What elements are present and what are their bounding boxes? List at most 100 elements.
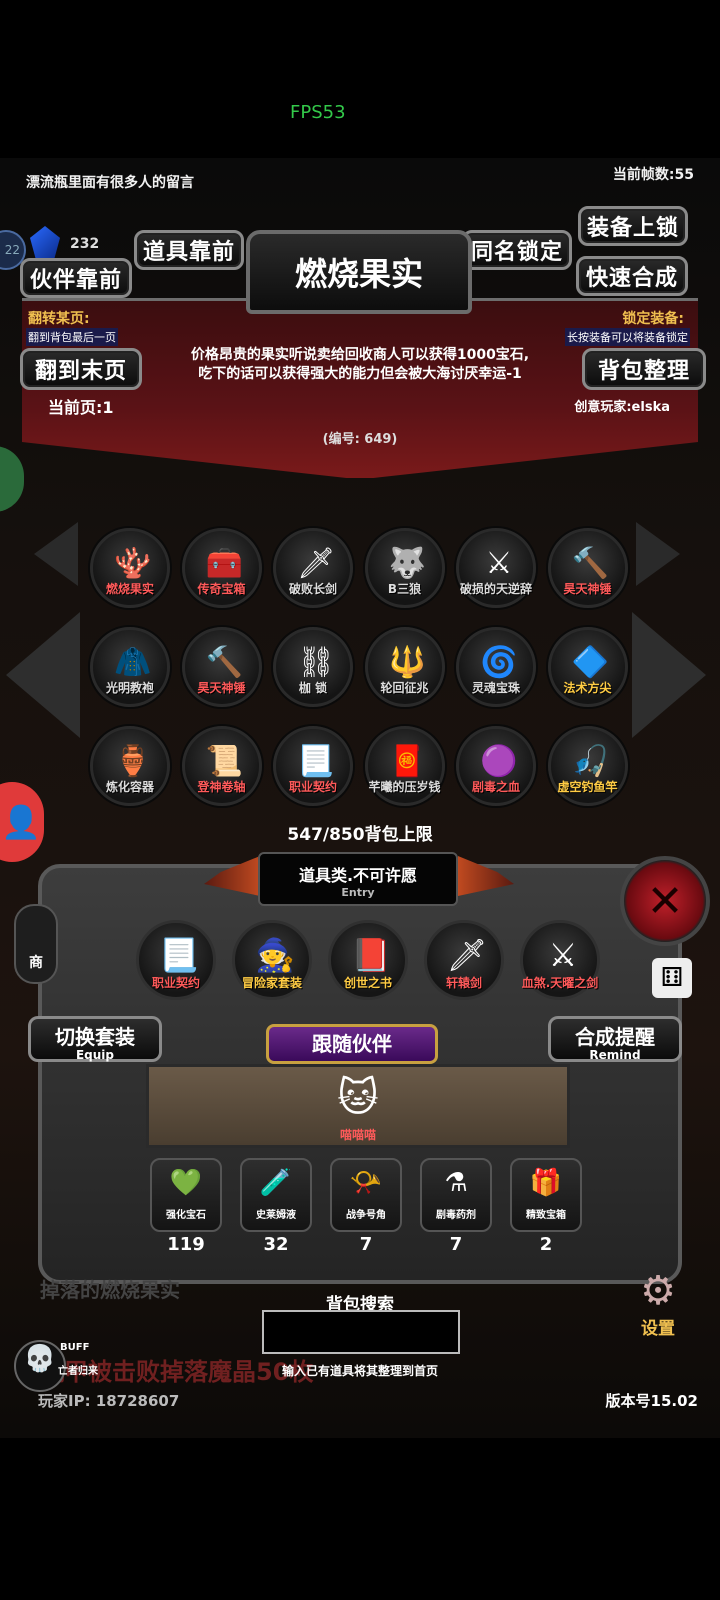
gear-icon: ⚙ xyxy=(640,1268,676,1314)
material-slot[interactable]: 🎁 精致宝箱 xyxy=(510,1158,582,1232)
item-name: 破败长剑 xyxy=(288,582,337,596)
item-name: 虚空钓鱼竿 xyxy=(557,780,618,794)
bag-search-input[interactable] xyxy=(262,1310,460,1354)
equip-lock-button[interactable]: 装备上锁 xyxy=(578,206,688,246)
inventory-slot[interactable]: 🪸 燃烧果实 xyxy=(90,528,170,608)
inventory-slot[interactable]: 📃 职业契约 xyxy=(273,726,353,806)
inventory-slot[interactable]: ⚔ 破损的天逆辞 xyxy=(456,528,536,608)
profile-avatar-icon[interactable]: 👤 xyxy=(0,782,44,862)
material-count: 7 xyxy=(449,1234,463,1255)
material-slot[interactable]: 📯 战争号角 xyxy=(330,1158,402,1232)
dice-icon[interactable]: ⚅ xyxy=(652,958,692,998)
item-icon: 🟣 xyxy=(480,743,518,779)
item-name: 昊天神锤 xyxy=(197,681,246,695)
inventory-slot[interactable]: 🧰 传奇宝箱 xyxy=(181,528,262,608)
same-name-lock-button[interactable]: 同名锁定 xyxy=(462,230,572,270)
player-ip: 玩家IP: 18728607 xyxy=(38,1392,180,1410)
item-icon: 🎣 xyxy=(571,743,610,779)
entry-box[interactable]: 道具类.不可许愿 Entry xyxy=(258,852,458,906)
item-icon: 🐺 xyxy=(388,545,427,581)
map-side-tab[interactable] xyxy=(0,446,24,512)
item-name: 光明教袍 xyxy=(105,681,154,695)
equipped-item-name: 创世之书 xyxy=(343,976,392,990)
settings-label: 设置 xyxy=(641,1319,675,1339)
quick-craft-button[interactable]: 快速合成 xyxy=(576,256,688,296)
inventory-slot[interactable]: 🔷 法术方尖 xyxy=(547,627,628,707)
material-slot[interactable]: ⚗ 剧毒药剂 xyxy=(420,1158,492,1232)
item-description: 价格昂贵的果实听说卖给回收商人可以获得1000宝石, 吃下的话可以获得强大的能力… xyxy=(150,346,570,384)
material-slot[interactable]: 🧪 史莱姆液 xyxy=(240,1158,312,1232)
inventory-slot[interactable]: 🔨 昊天神锤 xyxy=(181,627,262,707)
craft-remind-button[interactable]: 合成提醒 Remind xyxy=(548,1016,682,1062)
equipped-items-row: 📃 职业契约 🧙 冒险家套装 📕 创世之书 🗡 轩辕剑 ⚔ 血煞.天曜之剑 xyxy=(136,920,606,1010)
inventory-slot[interactable]: 🟣 剧毒之血 xyxy=(456,726,536,806)
flip-page-label: 翻转某页: xyxy=(28,311,90,327)
shop-side-button[interactable]: 商 xyxy=(14,904,58,984)
bag-sort-button[interactable]: 背包整理 xyxy=(582,348,706,390)
inventory-slot[interactable]: 🎣 虚空钓鱼竿 xyxy=(547,726,628,806)
item-icon: 🔷 xyxy=(571,644,610,680)
buff-name: 亡者归来 xyxy=(58,1366,98,1377)
follow-partner-tab: 跟随伙伴 xyxy=(266,1024,438,1064)
current-page: 当前页:1 xyxy=(48,398,114,417)
settings-button[interactable]: ⚙ 设置 xyxy=(620,1268,696,1354)
material-icon: 📯 xyxy=(349,1168,383,1198)
switch-set-sublabel: Equip xyxy=(75,1048,115,1062)
close-icon: ✕ xyxy=(646,875,684,927)
inventory-slot[interactable]: ⛓ 枷 锁 xyxy=(273,627,353,707)
switch-set-button[interactable]: 切换套装 Equip xyxy=(28,1016,162,1062)
inventory-slot[interactable]: 🔨 昊天神锤 xyxy=(547,528,628,608)
item-name: 灵魂宝珠 xyxy=(471,681,520,695)
item-name: 登神卷轴 xyxy=(197,780,246,794)
item-name: 昊天神锤 xyxy=(563,582,612,596)
goto-last-page-button[interactable]: 翻到末页 xyxy=(20,348,142,390)
drift-bottle-message[interactable]: 漂流瓶里面有很多人的留言 xyxy=(26,172,194,192)
equipped-slot[interactable]: 📕 创世之书 xyxy=(328,920,408,1000)
inventory-slot[interactable]: 🌀 灵魂宝珠 xyxy=(456,627,536,707)
inventory-slot[interactable]: 🔱 轮回征兆 xyxy=(364,627,445,707)
partner-name: 喵喵喵 xyxy=(339,1128,376,1142)
craft-remind-sublabel: Remind xyxy=(589,1048,641,1062)
equipped-slot[interactable]: 🧙 冒险家套装 xyxy=(232,920,312,1000)
equipped-slot[interactable]: ⚔ 血煞.天曜之剑 xyxy=(520,920,600,1000)
follow-partner-label: 跟随伙伴 xyxy=(312,1032,392,1056)
item-icon: 🧥 xyxy=(114,644,152,680)
inventory-slot[interactable]: 📜 登神卷轴 xyxy=(181,726,262,806)
material-count: 2 xyxy=(539,1234,553,1255)
creator-name: 创意玩家:elska xyxy=(574,400,670,415)
inventory-slot[interactable]: 🐺 B三狼 xyxy=(364,528,445,608)
item-front-button[interactable]: 道具靠前 xyxy=(134,230,244,270)
description-line-2: 吃下的话可以获得强大的能力但会被大海讨厌幸运-1 xyxy=(198,366,522,382)
prev-page-arrow-icon[interactable] xyxy=(6,612,80,738)
material-name: 史莱姆液 xyxy=(256,1210,296,1221)
inventory-slot[interactable]: 🧥 光明教袍 xyxy=(90,627,170,707)
inventory-slot[interactable]: 🧧 芊曦的压岁钱 xyxy=(364,726,445,806)
materials-row: 💚 强化宝石 119 🧪 史莱姆液 32 📯 战争号角 7 ⚗ 剧毒药剂 7 🎁 精致宝箱 2 xyxy=(150,1158,590,1268)
equipped-slot[interactable]: 📃 职业契约 xyxy=(136,920,216,1000)
material-slot[interactable]: 💚 强化宝石 xyxy=(150,1158,222,1232)
equipped-item-name: 职业契约 xyxy=(151,976,200,990)
item-icon: ⛓ xyxy=(296,644,336,680)
craft-remind-label: 合成提醒 xyxy=(575,1025,655,1049)
prev-page-small-arrow-icon[interactable] xyxy=(34,522,78,586)
item-name: 职业契约 xyxy=(288,780,337,794)
inventory-slot[interactable]: 🏺 炼化容器 xyxy=(90,726,170,806)
item-icon: 🧧 xyxy=(388,743,427,779)
partner-slot[interactable]: 🐱 喵喵喵 xyxy=(318,1070,398,1150)
close-button[interactable]: ✕ xyxy=(620,856,710,946)
partner-front-button[interactable]: 伙伴靠前 xyxy=(20,258,132,298)
equipped-item-name: 血煞.天曜之剑 xyxy=(521,976,599,990)
equipped-slot[interactable]: 🗡 轩辕剑 xyxy=(424,920,504,1000)
frame-count: 当前帧数:55 xyxy=(612,167,694,183)
item-name: 破损的天逆辞 xyxy=(459,582,532,596)
next-page-arrow-icon[interactable] xyxy=(632,612,706,738)
entry-title: 道具类.不可许愿 xyxy=(298,866,418,885)
bag-capacity: 547/850背包上限 xyxy=(287,825,433,845)
partner-icon: 🐱 xyxy=(337,1075,379,1121)
material-name: 战争号角 xyxy=(346,1210,386,1221)
item-icon: 🏺 xyxy=(114,743,152,779)
item-title: 燃烧果实 xyxy=(246,230,472,314)
next-page-small-arrow-icon[interactable] xyxy=(636,522,680,586)
item-icon: 🔨 xyxy=(205,644,244,680)
inventory-slot[interactable]: 🗡 破败长剑 xyxy=(273,528,353,608)
